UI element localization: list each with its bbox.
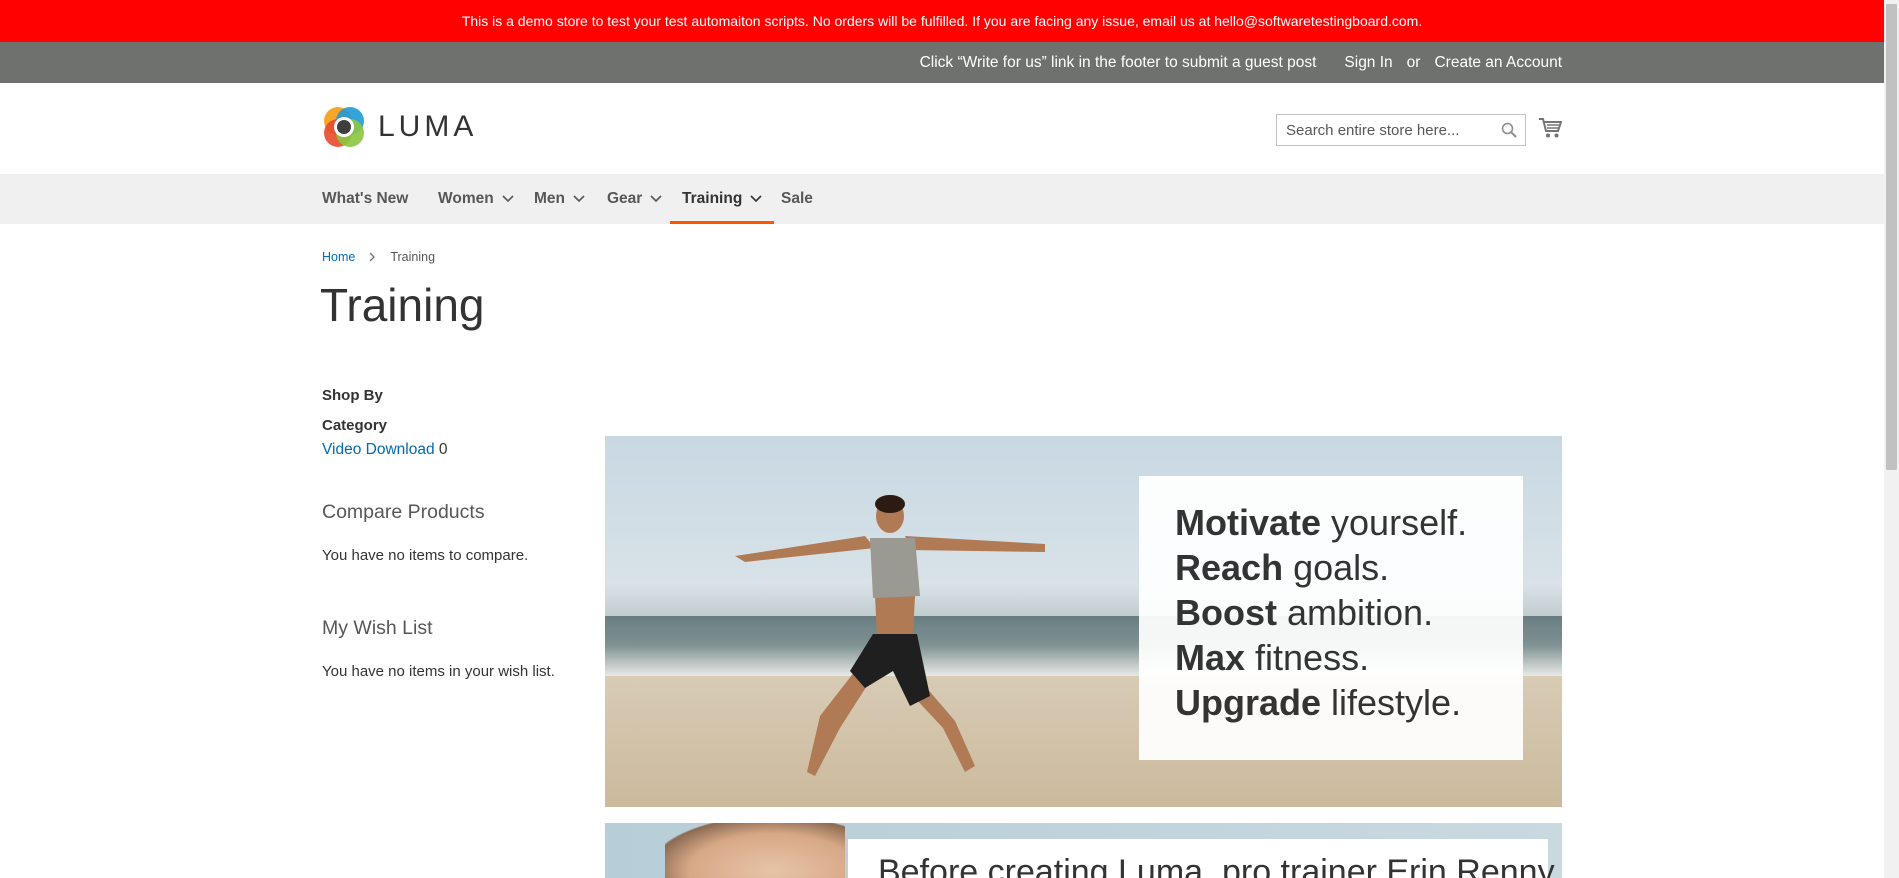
- nav-item-label: Sale: [781, 190, 813, 207]
- compare-empty-text: You have no items to compare.: [322, 547, 529, 564]
- panel-header: Click “Write for us” link in the footer …: [0, 42, 1884, 83]
- training-hero-banner[interactable]: Motivate yourself. Reach goals. Boost am…: [605, 436, 1562, 807]
- yoga-woman-image: [735, 495, 1045, 776]
- shop-by-title: Shop By: [322, 387, 383, 404]
- trainer-portrait-image: [665, 823, 845, 878]
- search-input[interactable]: [1277, 115, 1496, 145]
- video-download-link[interactable]: Video Download: [322, 441, 435, 458]
- chevron-down-icon: [650, 195, 662, 203]
- guest-post-notice: Click “Write for us” link in the footer …: [919, 53, 1317, 71]
- main-navigation: What's New Women Men Gear Training Sale: [0, 174, 1884, 224]
- nav-item-training[interactable]: Training: [669, 174, 775, 224]
- luma-logo[interactable]: LUMA: [322, 104, 477, 150]
- category-filter-label: Category: [322, 417, 388, 434]
- chevron-down-icon: [573, 195, 585, 203]
- breadcrumb-current: Training: [390, 250, 436, 264]
- hero-line: Boost ambition.: [1175, 592, 1434, 633]
- nav-item-label: Gear: [607, 190, 643, 207]
- erin-renny-text: Before creating Luma, pro trainer Erin R…: [878, 853, 1555, 878]
- erin-renny-banner[interactable]: Before creating Luma, pro trainer Erin R…: [605, 823, 1562, 878]
- nav-item-women[interactable]: Women: [438, 174, 514, 224]
- category-filter-item: Video Download 0: [322, 441, 448, 459]
- scrollbar-thumb[interactable]: [1886, 4, 1897, 470]
- nav-item-label: Men: [534, 190, 565, 207]
- nav-item-sale[interactable]: Sale: [781, 174, 813, 224]
- wishlist-empty-text: You have no items in your wish list.: [322, 663, 555, 680]
- nav-item-gear[interactable]: Gear: [607, 174, 662, 224]
- demo-notice-bar: This is a demo store to test your test a…: [0, 0, 1884, 42]
- hero-text-box: Motivate yourself. Reach goals. Boost am…: [1139, 476, 1523, 760]
- cart-icon[interactable]: [1538, 117, 1563, 144]
- category-count: 0: [438, 441, 448, 458]
- nav-item-label: What's New: [322, 190, 409, 207]
- chevron-right-icon: [369, 252, 376, 262]
- hero-line: Upgrade lifestyle.: [1175, 682, 1462, 723]
- chevron-down-icon: [502, 195, 514, 203]
- page-scrollbar[interactable]: [1884, 0, 1899, 878]
- hero-line: Reach goals.: [1175, 547, 1390, 588]
- nav-item-label: Training: [682, 190, 743, 207]
- compare-products-title: Compare Products: [322, 501, 485, 523]
- luma-logo-icon: [324, 107, 364, 147]
- hero-line: Motivate yourself.: [1175, 502, 1468, 543]
- sign-in-link[interactable]: Sign In: [1344, 54, 1392, 72]
- nav-item-label: Women: [438, 190, 494, 207]
- nav-item-whats-new[interactable]: What's New: [322, 174, 408, 224]
- hero-line: Max fitness.: [1175, 637, 1370, 678]
- page-title: Training: [320, 279, 485, 331]
- erin-renny-text-box: Before creating Luma, pro trainer Erin R…: [848, 839, 1555, 878]
- breadcrumb-home-link[interactable]: Home: [322, 250, 355, 264]
- category-filter-title[interactable]: Category: [322, 417, 387, 434]
- search-icon[interactable]: [1501, 122, 1517, 143]
- breadcrumb: Home Training: [322, 250, 435, 264]
- chevron-down-icon: [750, 195, 762, 203]
- search-box: [1276, 114, 1526, 146]
- demo-notice-text: This is a demo store to test your test a…: [461, 13, 1423, 29]
- or-text: or: [1406, 53, 1421, 71]
- nav-item-men[interactable]: Men: [534, 174, 585, 224]
- logo-text: LUMA: [378, 110, 478, 143]
- create-account-link[interactable]: Create an Account: [1434, 54, 1562, 72]
- wishlist-title: My Wish List: [322, 617, 433, 639]
